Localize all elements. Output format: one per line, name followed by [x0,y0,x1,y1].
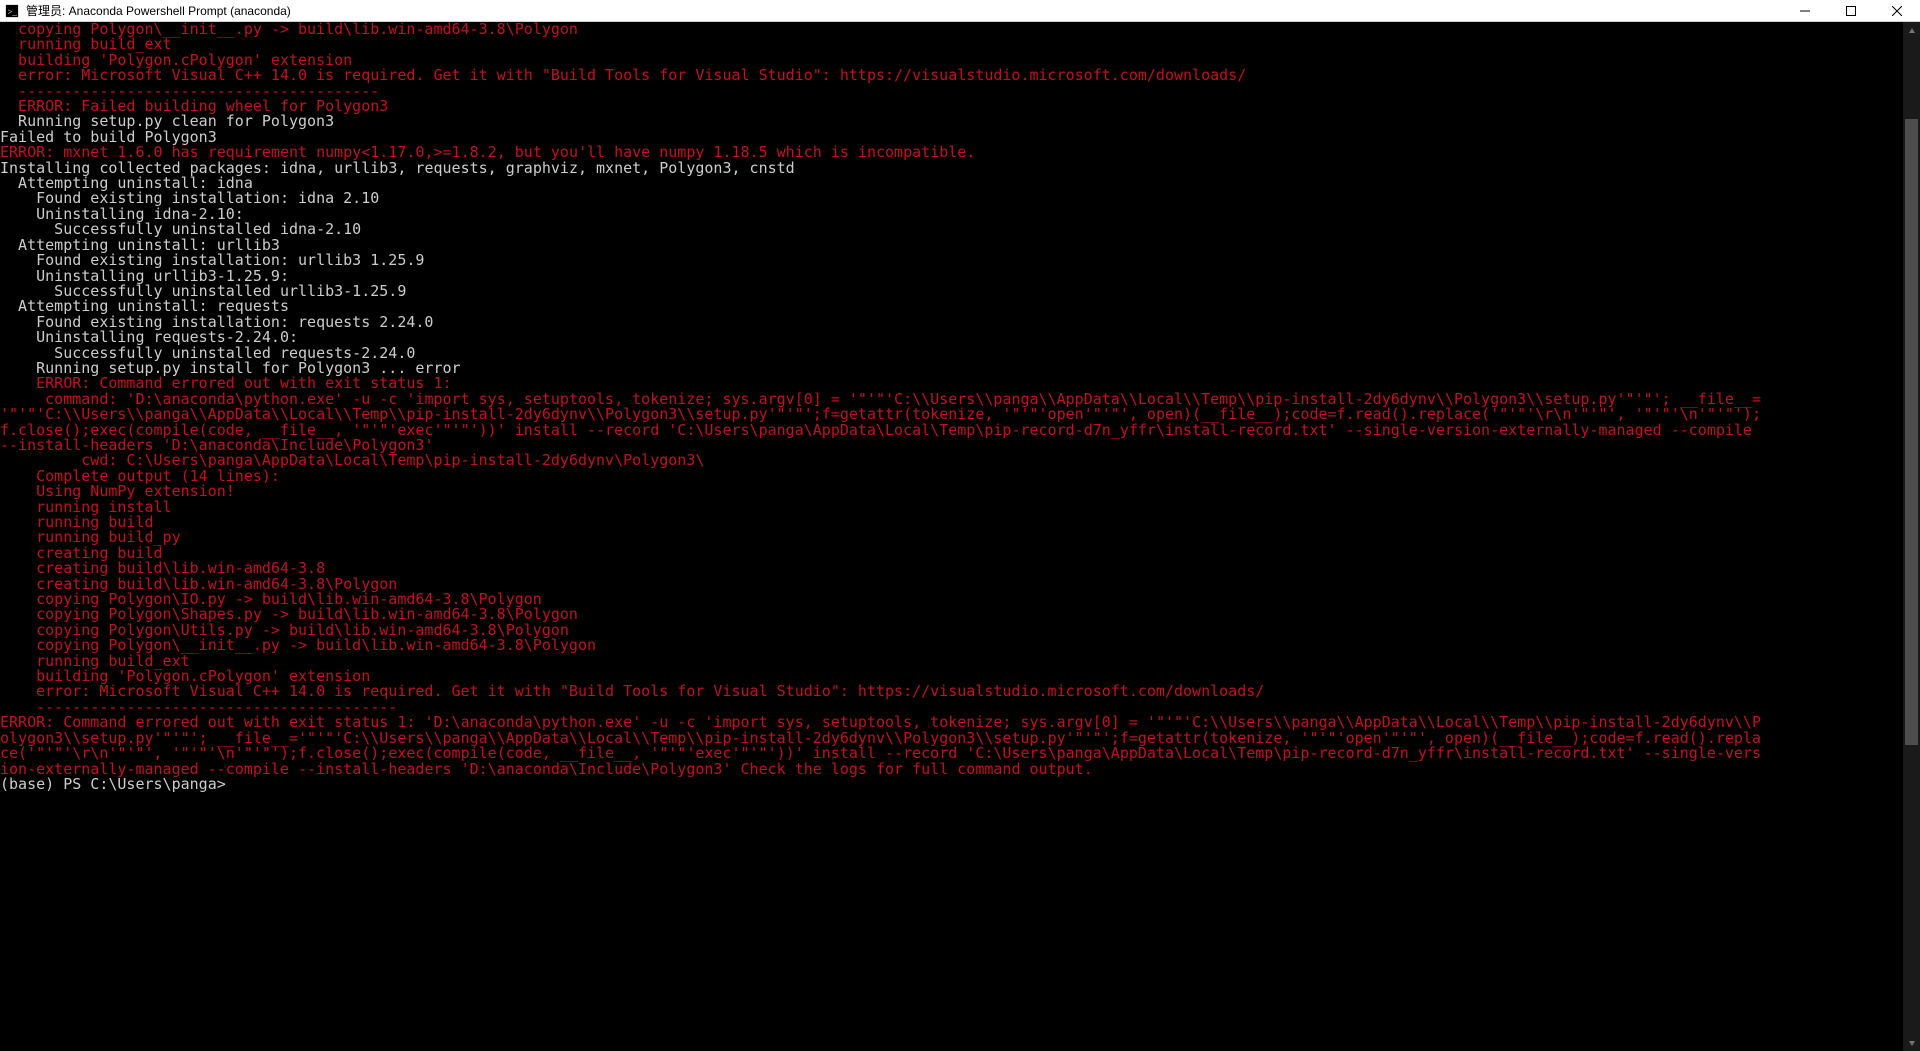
console-line: Installing collected packages: idna, url… [0,161,1903,176]
console-line: Using NumPy extension! [0,484,1903,499]
scrollbar-vertical[interactable] [1903,22,1920,1051]
scroll-up-button[interactable] [1903,22,1920,39]
maximize-button[interactable] [1828,0,1874,22]
scrollbar-thumb[interactable] [1905,119,1918,746]
console-line: running install [0,500,1903,515]
window-title: 管理员: Anaconda Powershell Prompt (anacond… [26,2,291,19]
app-icon: >_ [4,3,20,19]
cursor [226,778,234,793]
console-line: running build_py [0,530,1903,545]
console-line: Successfully uninstalled idna-2.10 [0,222,1903,237]
prompt-line[interactable]: (base) PS C:\Users\panga> [0,777,1903,793]
svg-text:>_: >_ [8,6,18,16]
console-line: cwd: C:\Users\panga\AppData\Local\Temp\p… [0,453,1903,468]
console-line: running build [0,515,1903,530]
minimize-button[interactable] [1782,0,1828,22]
console-body: copying Polygon\__init__.py -> build\lib… [0,22,1920,1051]
console-line: Complete output (14 lines): [0,469,1903,484]
console-line: ion-externally-managed --compile --insta… [0,762,1903,777]
close-button[interactable] [1874,0,1920,22]
console-line: Found existing installation: idna 2.10 [0,191,1903,206]
scrollbar-track[interactable] [1903,39,1920,1034]
terminal-window: >_ 管理员: Anaconda Powershell Prompt (anac… [0,0,1920,1051]
console-line: copying Polygon\__init__.py -> build\lib… [0,638,1903,653]
console-line: copying Polygon\__init__.py -> build\lib… [0,22,1903,37]
titlebar[interactable]: >_ 管理员: Anaconda Powershell Prompt (anac… [0,0,1920,22]
console-line: Running setup.py clean for Polygon3 [0,114,1903,129]
scroll-down-button[interactable] [1903,1034,1920,1051]
console-output[interactable]: copying Polygon\__init__.py -> build\lib… [0,22,1903,1051]
